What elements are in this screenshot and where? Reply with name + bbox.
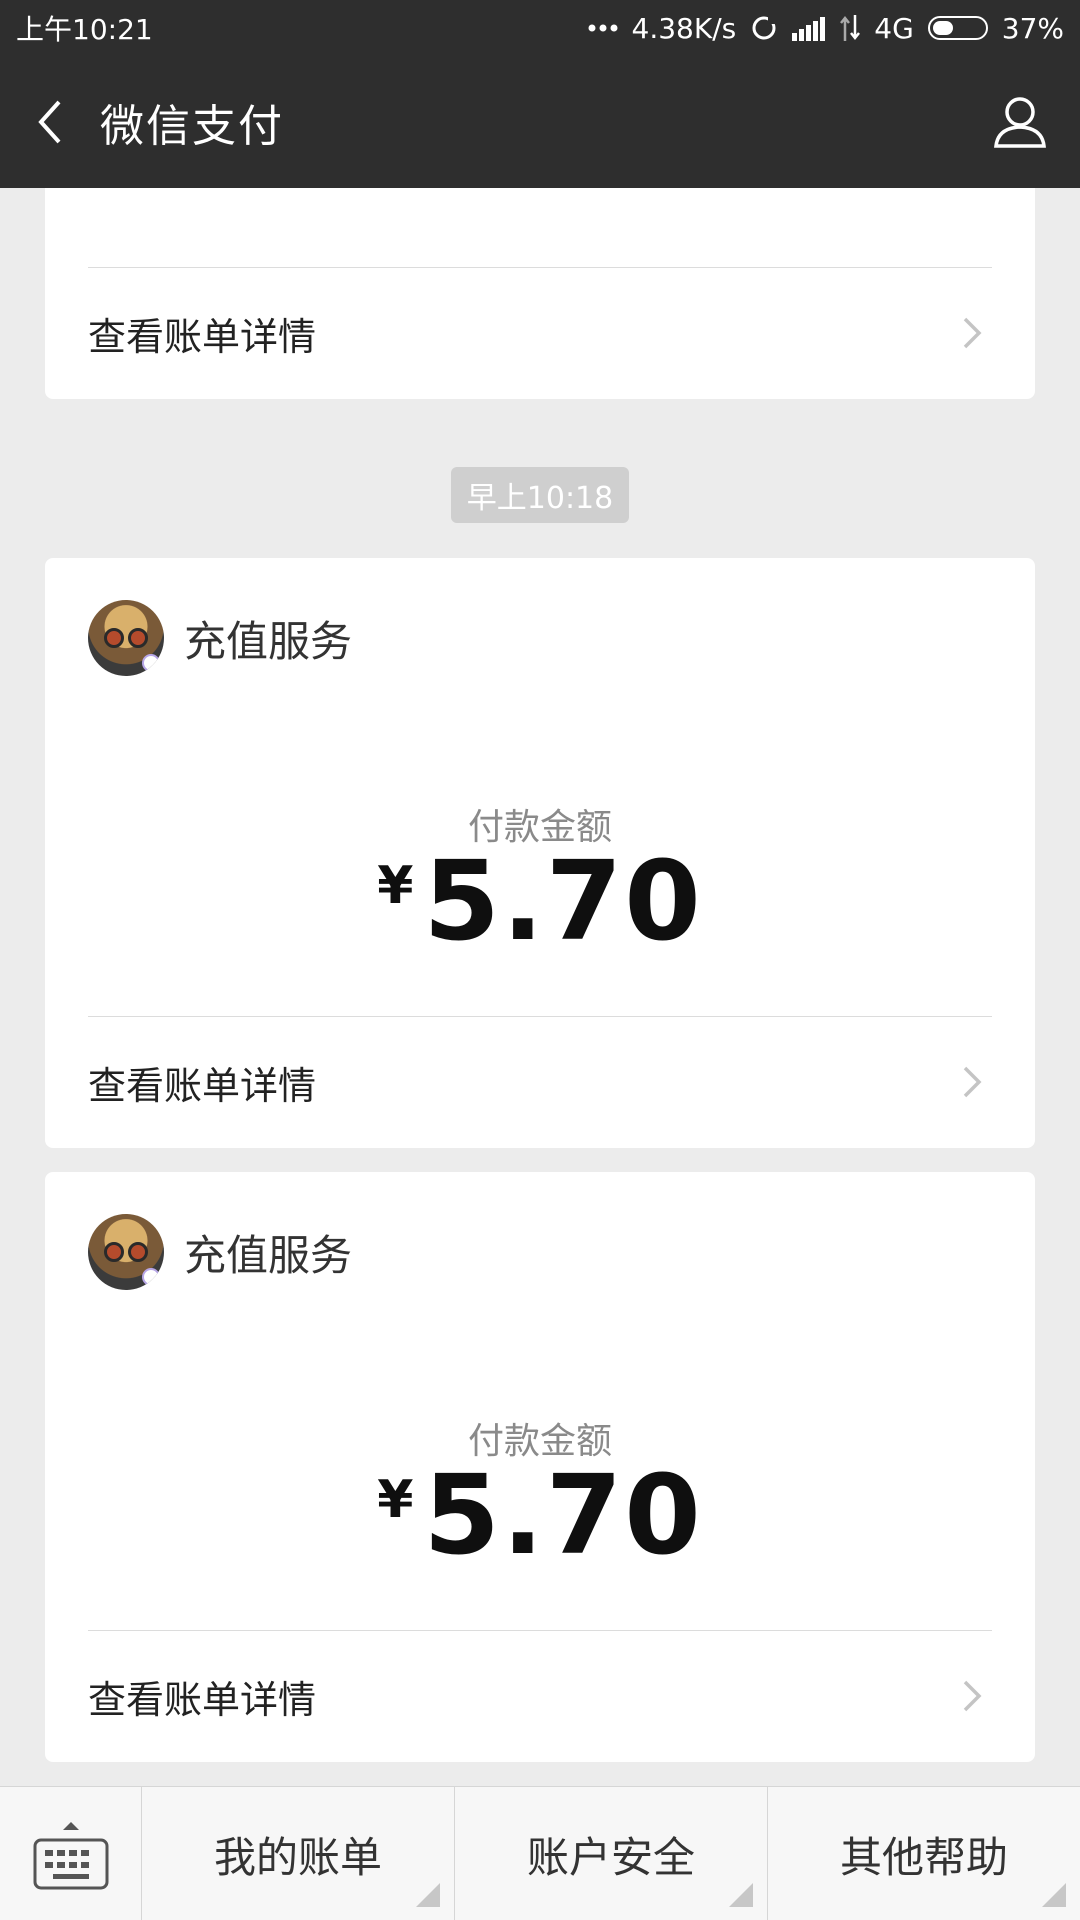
- bill-detail-label: 查看账单详情: [88, 1677, 317, 1722]
- menu-other-help[interactable]: 其他帮助: [768, 1787, 1080, 1920]
- bill-detail-link[interactable]: 查看账单详情: [88, 1017, 992, 1147]
- merchant-name: 充值服务: [184, 616, 353, 666]
- payment-card[interactable]: 充值服务 付款金额 ¥ 5.70 查看账单详情: [45, 1172, 1035, 1762]
- payment-card[interactable]: 充值服务 付款金额 ¥ 5.70 查看账单详情: [45, 558, 1035, 1148]
- bottom-menu-bar: 我的账单 账户安全 其他帮助: [0, 1786, 1080, 1920]
- partial-amount: [45, 188, 1035, 212]
- nav-bar: 微信支付: [0, 56, 1080, 188]
- profile-button[interactable]: [960, 56, 1080, 188]
- bill-detail-link[interactable]: 查看账单详情: [88, 1631, 992, 1761]
- menu-my-bills[interactable]: 我的账单: [142, 1787, 455, 1920]
- back-button[interactable]: [0, 56, 100, 188]
- merchant-header: 充值服务: [88, 600, 352, 676]
- chevron-right-icon: [952, 1062, 992, 1102]
- more-dots-icon: [588, 23, 618, 33]
- user-icon: [994, 97, 1046, 148]
- payment-card-partial: 查看账单详情: [45, 188, 1035, 399]
- keyboard-icon: [33, 1822, 108, 1890]
- merchant-header: 充值服务: [88, 1214, 352, 1290]
- currency-symbol: ¥: [377, 856, 414, 916]
- network-type: 4G: [874, 11, 914, 45]
- merchant-name: 充值服务: [184, 1230, 353, 1280]
- data-transfer-icon: [840, 15, 861, 41]
- message-list[interactable]: 查看账单详情 早上10:18 充值服务 付款金额 ¥ 5.70 查看账单详情 充…: [0, 188, 1080, 1786]
- page-title: 微信支付: [100, 101, 284, 152]
- avatar: [88, 1214, 164, 1290]
- amount-value: 5.70: [423, 837, 703, 965]
- net-speed: 4.38K/s: [631, 11, 737, 45]
- chevron-left-icon: [38, 100, 61, 144]
- bill-detail-label: 查看账单详情: [88, 1063, 317, 1108]
- keyboard-toggle-button[interactable]: [0, 1787, 142, 1920]
- avatar: [88, 600, 164, 676]
- bill-detail-label: 查看账单详情: [88, 314, 317, 359]
- submenu-indicator-icon: [729, 1883, 753, 1907]
- menu-label: 其他帮助: [839, 1832, 1008, 1882]
- menu-account-security[interactable]: 账户安全: [455, 1787, 768, 1920]
- signal-icon: [792, 15, 826, 41]
- chevron-right-icon: [952, 313, 992, 353]
- currency-symbol: ¥: [377, 1470, 414, 1530]
- amount-value: 5.70: [423, 1451, 703, 1579]
- status-bar: 上午10:21 4.38K/s 4G 37%: [0, 0, 1080, 56]
- sync-icon: [750, 14, 778, 42]
- menu-label: 账户安全: [526, 1832, 695, 1882]
- chevron-right-icon: [952, 1676, 992, 1716]
- battery-percent: 37%: [1001, 11, 1064, 45]
- pay-amount: ¥ 5.70: [45, 846, 1035, 956]
- submenu-indicator-icon: [416, 1883, 440, 1907]
- pay-amount: ¥ 5.70: [45, 1460, 1035, 1570]
- bill-detail-link[interactable]: 查看账单详情: [88, 268, 992, 398]
- submenu-indicator-icon: [1042, 1883, 1066, 1907]
- status-time: 上午10:21: [16, 13, 153, 46]
- timestamp-badge: 早上10:18: [451, 467, 629, 523]
- battery-icon: [927, 16, 988, 40]
- menu-label: 我的账单: [213, 1832, 382, 1882]
